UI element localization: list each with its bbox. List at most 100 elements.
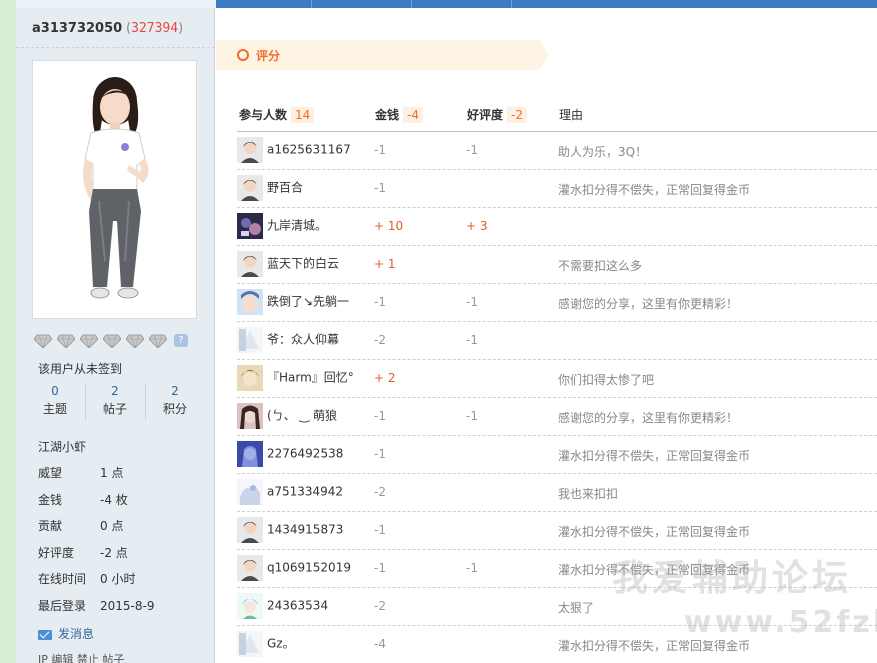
table-row: 蓝天下的白云 + 1 不需要扣这么多 bbox=[237, 246, 877, 284]
info-value: 0 小时 bbox=[100, 572, 136, 586]
reason-cell: 灌水扣分得不偿失，正常回复得金币 bbox=[558, 525, 751, 539]
rater-username-link[interactable]: 24363534 bbox=[267, 599, 328, 613]
rater-username-link[interactable]: 跌倒了↘先躺一 bbox=[267, 295, 349, 309]
rater-cell: 爷：众人仰幕 bbox=[237, 327, 339, 353]
rater-username-link[interactable]: 九岸清城。 bbox=[267, 219, 327, 233]
reason-cell: 我也来扣扣 bbox=[558, 487, 619, 501]
rater-username-link[interactable]: Gz。 bbox=[267, 637, 295, 651]
username-row: a313732050 (327394) bbox=[16, 8, 215, 48]
header-participants: 参与人数 14 bbox=[239, 106, 315, 123]
rater-avatar[interactable] bbox=[237, 289, 263, 315]
stat-threads[interactable]: 0 主题 bbox=[26, 382, 84, 418]
medal-row: ? bbox=[34, 333, 188, 351]
rater-avatar[interactable] bbox=[237, 631, 263, 657]
reason-cell: 灌水扣分得不偿失，正常回复得金币 bbox=[558, 449, 751, 463]
rater-avatar[interactable] bbox=[237, 555, 263, 581]
rater-cell: 跌倒了↘先躺一 bbox=[237, 289, 349, 315]
participants-count-badge: 14 bbox=[291, 107, 315, 123]
rater-username-link[interactable]: a751334942 bbox=[267, 485, 343, 499]
stat-value: 2 bbox=[171, 384, 179, 398]
stat-label: 主题 bbox=[42, 402, 67, 416]
reputation-cell: + 3 bbox=[466, 219, 488, 233]
rater-avatar[interactable] bbox=[237, 441, 263, 467]
rater-avatar[interactable] bbox=[237, 327, 263, 353]
money-cell: -1 bbox=[374, 561, 386, 575]
rater-avatar[interactable] bbox=[237, 403, 263, 429]
reason-cell: 你们扣得太惨了吧 bbox=[558, 373, 655, 387]
rater-username-link[interactable]: q1069152019 bbox=[267, 561, 351, 575]
rater-avatar[interactable] bbox=[237, 365, 263, 391]
reputation-total-badge: -2 bbox=[507, 107, 527, 123]
rater-username-link[interactable]: 野百合 bbox=[267, 181, 303, 195]
rater-username-link[interactable]: (ㄅ、 ‿ 萌狼 bbox=[267, 409, 337, 423]
money-cell: + 1 bbox=[374, 257, 396, 271]
rater-avatar[interactable] bbox=[237, 213, 263, 239]
rater-avatar[interactable] bbox=[237, 175, 263, 201]
rating-title: 评分 bbox=[256, 49, 281, 63]
user-avatar[interactable] bbox=[32, 60, 197, 319]
user-info-list: 威望 1 点 金钱 -4 枚 贡献 0 点 好评度 -2 点 在线时间 0 小时 最后登录… bbox=[38, 464, 213, 623]
stat-points[interactable]: 2 积分 bbox=[146, 382, 204, 418]
rater-username-link[interactable]: a1625631167 bbox=[267, 143, 351, 157]
reason-cell: 太狠了 bbox=[558, 601, 595, 615]
diamond-medal-icon bbox=[80, 334, 98, 348]
username-link[interactable]: a313732050 bbox=[32, 21, 122, 36]
user-rank[interactable]: 江湖小虾 bbox=[38, 438, 86, 455]
rater-avatar[interactable] bbox=[237, 517, 263, 543]
table-row: (ㄅ、 ‿ 萌狼 -1 -1 感谢您的分享，这里有你更精彩！ bbox=[237, 398, 877, 436]
header-money: 金钱 -4 bbox=[375, 106, 423, 123]
money-cell: -1 bbox=[374, 295, 386, 309]
rater-cell: q1069152019 bbox=[237, 555, 351, 581]
diamond-medal-icon bbox=[103, 334, 121, 348]
avatar-figure-icon bbox=[83, 77, 149, 299]
info-key: 最后登录 bbox=[38, 598, 87, 613]
user-sidebar: a313732050 (327394) ? 该用户从未签到 0 主题 2 帖子 … bbox=[16, 8, 215, 663]
money-cell: -2 bbox=[374, 599, 386, 613]
rater-avatar[interactable] bbox=[237, 137, 263, 163]
header-money-label: 金钱 bbox=[375, 108, 400, 122]
info-row: 威望 1 点 bbox=[38, 464, 213, 491]
help-icon[interactable]: ? bbox=[174, 334, 188, 347]
info-key: 贡献 bbox=[38, 519, 63, 533]
table-row: 跌倒了↘先躺一 -1 -1 感谢您的分享，这里有你更精彩！ bbox=[237, 284, 877, 322]
rater-username-link[interactable]: 『Harm』回忆° bbox=[267, 371, 354, 385]
rater-cell: a751334942 bbox=[237, 479, 343, 505]
rater-cell: 蓝天下的白云 bbox=[237, 251, 339, 277]
info-key: 好评度 bbox=[38, 545, 75, 560]
rater-username-link[interactable]: 2276492538 bbox=[267, 447, 343, 461]
header-reputation: 好评度 -2 bbox=[467, 106, 527, 123]
header-reputation-label: 好评度 bbox=[467, 108, 504, 122]
info-value: 2015-8-9 bbox=[100, 598, 155, 613]
table-row: 『Harm』回忆° + 2 你们扣得太惨了吧 bbox=[237, 360, 877, 398]
reason-cell: 感谢您的分享，这里有你更精彩！ bbox=[558, 411, 739, 425]
info-row: 贡献 0 点 bbox=[38, 517, 213, 544]
rater-avatar[interactable] bbox=[237, 479, 263, 505]
reason-cell: 助人为乐，3Q！ bbox=[558, 145, 648, 159]
diamond-medal-icon bbox=[57, 334, 75, 348]
rater-cell: 2276492538 bbox=[237, 441, 343, 467]
stat-posts[interactable]: 2 帖子 bbox=[86, 382, 144, 418]
money-cell: -1 bbox=[374, 143, 386, 157]
rater-cell: (ㄅ、 ‿ 萌狼 bbox=[237, 403, 337, 429]
admin-links[interactable]: IP 编辑 禁止 帖子 bbox=[38, 651, 124, 663]
money-cell: -1 bbox=[374, 181, 386, 195]
active-tab[interactable] bbox=[16, 0, 216, 8]
rater-username-link[interactable]: 1434915873 bbox=[267, 523, 343, 537]
rater-avatar[interactable] bbox=[237, 251, 263, 277]
send-message-button[interactable]: 发消息 bbox=[38, 625, 94, 642]
tab-separator bbox=[411, 0, 412, 8]
reputation-cell: -1 bbox=[466, 333, 478, 347]
rater-avatar[interactable] bbox=[237, 593, 263, 619]
reason-cell: 感谢您的分享，这里有你更精彩！ bbox=[558, 297, 739, 311]
rating-table-header: 参与人数 14 金钱 -4 好评度 -2 理由 bbox=[237, 96, 877, 132]
header-reason: 理由 bbox=[559, 108, 584, 122]
user-stats: 0 主题 2 帖子 2 积分 bbox=[26, 382, 206, 424]
rater-username-link[interactable]: 蓝天下的白云 bbox=[267, 257, 339, 271]
money-total-badge: -4 bbox=[403, 107, 423, 123]
watermark-text: 我爱辅助论坛 bbox=[612, 558, 853, 599]
diamond-medal-icon bbox=[126, 334, 144, 348]
diamond-medal-icon bbox=[149, 334, 167, 348]
top-nav-bar bbox=[16, 0, 877, 8]
rater-username-link[interactable]: 爷：众人仰幕 bbox=[267, 333, 339, 347]
info-key: 威望 bbox=[38, 466, 63, 480]
